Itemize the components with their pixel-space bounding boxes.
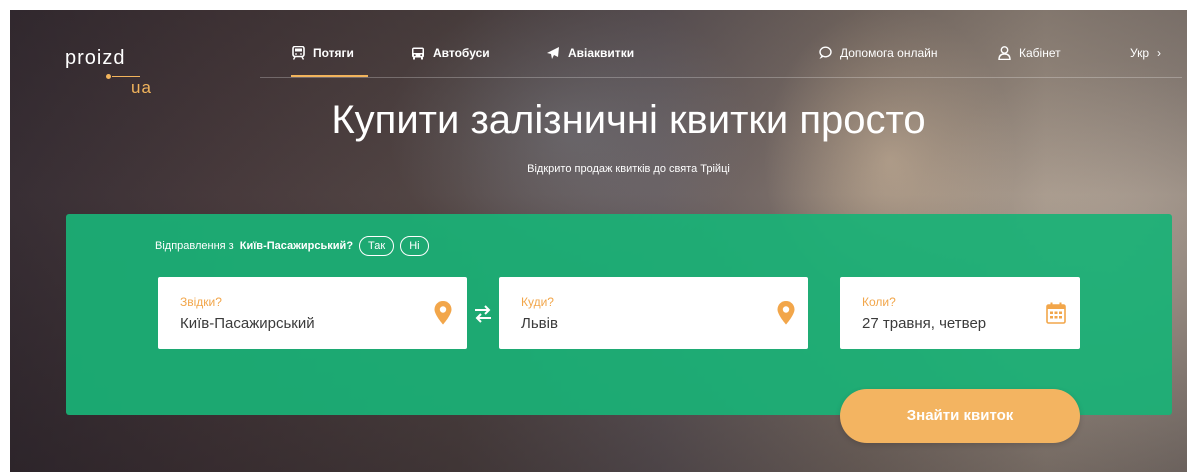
to-value: Львів bbox=[521, 315, 558, 332]
date-field[interactable]: Коли? 27 травня, четвер bbox=[840, 277, 1080, 349]
to-label: Куди? bbox=[521, 295, 554, 309]
top-nav: Потяги Автобуси Авіаквитки Допомога онла… bbox=[260, 46, 1182, 78]
plane-icon bbox=[546, 46, 560, 60]
date-label: Коли? bbox=[862, 295, 896, 309]
nav-tab-buses[interactable]: Автобуси bbox=[411, 46, 490, 78]
search-panel: Відправлення з Київ-Пасажирський? Так Ні… bbox=[66, 214, 1172, 415]
nav-tab-avia-label: Авіаквитки bbox=[568, 46, 635, 60]
nav-cabinet-label: Кабінет bbox=[1019, 46, 1061, 60]
page-title: Купити залізничні квитки просто bbox=[331, 98, 926, 142]
from-value: Київ-Пасажирський bbox=[180, 315, 315, 332]
chat-icon bbox=[818, 46, 832, 60]
confirm-yes-button[interactable]: Так bbox=[359, 236, 395, 256]
departure-prompt: Відправлення з Київ-Пасажирський? Так Ні bbox=[155, 236, 429, 256]
bus-icon bbox=[411, 46, 425, 60]
confirm-no-button[interactable]: Ні bbox=[400, 236, 429, 256]
logo-text: proizd bbox=[65, 47, 126, 69]
swap-icon[interactable] bbox=[471, 304, 495, 324]
train-icon bbox=[291, 46, 305, 60]
departure-city: Київ-Пасажирський? bbox=[239, 240, 354, 252]
location-pin-icon bbox=[777, 301, 795, 325]
find-ticket-button[interactable]: Знайти квиток bbox=[840, 389, 1080, 443]
nav-help-online[interactable]: Допомога онлайн bbox=[818, 46, 937, 78]
chevron-right-icon: › bbox=[1157, 46, 1162, 60]
logo-suffix: ua bbox=[131, 78, 152, 97]
language-label: Укр bbox=[1130, 46, 1150, 60]
language-selector[interactable]: Укр › bbox=[1130, 46, 1161, 78]
date-value: 27 травня, четвер bbox=[862, 315, 987, 332]
nav-tab-avia[interactable]: Авіаквитки bbox=[546, 46, 634, 78]
nav-tab-trains[interactable]: Потяги bbox=[291, 46, 368, 78]
nav-tab-trains-label: Потяги bbox=[313, 46, 354, 60]
user-icon bbox=[997, 46, 1011, 60]
logo[interactable]: proizd ua bbox=[65, 47, 151, 97]
departure-prompt-text: Відправлення з bbox=[155, 240, 234, 252]
logo-dot bbox=[106, 74, 111, 79]
nav-cabinet[interactable]: Кабінет bbox=[997, 46, 1061, 78]
page-subtitle: Відкрито продаж квитків до свята Трійці bbox=[527, 163, 730, 175]
location-pin-icon bbox=[434, 301, 452, 325]
nav-help-label: Допомога онлайн bbox=[840, 46, 938, 60]
from-field[interactable]: Звідки? Київ-Пасажирський bbox=[158, 277, 467, 349]
to-field[interactable]: Куди? Львів bbox=[499, 277, 808, 349]
nav-tab-buses-label: Автобуси bbox=[433, 46, 490, 60]
from-label: Звідки? bbox=[180, 295, 222, 309]
logo-line bbox=[112, 76, 140, 77]
calendar-icon bbox=[1046, 302, 1066, 324]
